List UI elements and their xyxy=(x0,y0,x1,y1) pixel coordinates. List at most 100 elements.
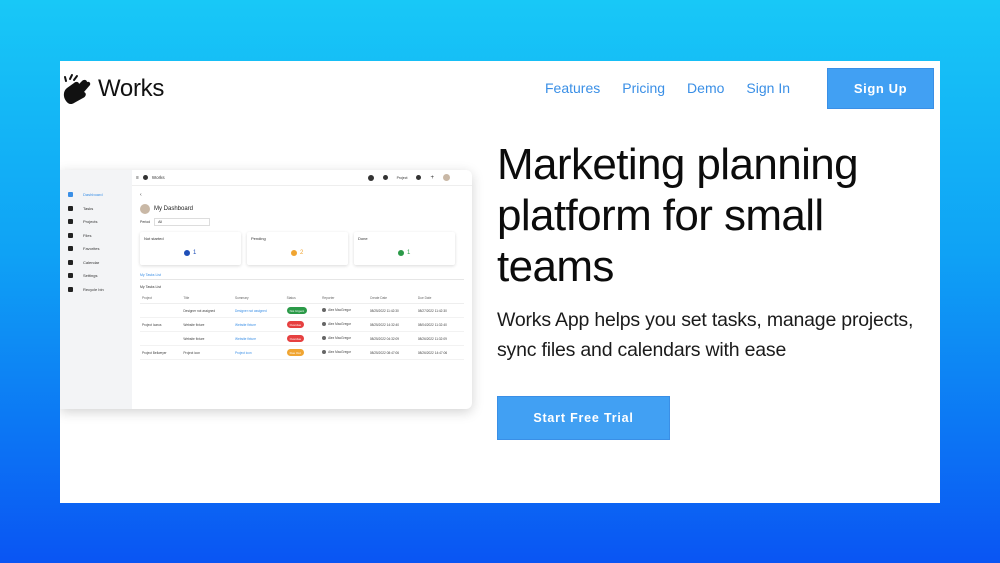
mock-sidebar-item: Settings xyxy=(60,269,132,283)
cell-status: Not Urgent xyxy=(284,303,321,318)
status-card: Pending 2 xyxy=(247,232,348,265)
hero-subtitle: Works App helps you set tasks, manage pr… xyxy=(497,309,914,361)
card-title: Not started xyxy=(144,236,164,241)
sidebar-item-label: Files xyxy=(83,232,92,238)
cell-reporter: Alex MacGregor xyxy=(320,303,368,318)
table-row: Website fixture Website fixture Overdue Ale… xyxy=(140,331,464,346)
sidebar-item-icon xyxy=(68,205,73,211)
menu-icon: ≡ xyxy=(136,174,139,181)
sidebar-item-label: Calendar xyxy=(83,259,100,265)
sign-up-button[interactable]: Sign Up xyxy=(827,68,934,109)
cell-summary: Project icon xyxy=(233,345,285,360)
card-count: 1 xyxy=(193,250,197,256)
reporter-avatar xyxy=(322,308,327,312)
cell-create-date: 08/25/2022 04:32:09 xyxy=(367,331,416,346)
status-badge: Overdue xyxy=(286,335,305,342)
table-title: My Tasks List xyxy=(140,285,161,289)
snap-hand-icon xyxy=(63,74,91,105)
column-header: Summary xyxy=(233,293,285,304)
cell-due-date: 08/26/2022 14:47:06 xyxy=(415,345,464,360)
back-arrow-icon: ‹ xyxy=(140,192,142,198)
period-select: All xyxy=(154,218,211,226)
reporter-avatar xyxy=(322,336,327,340)
cell-status: Overdue xyxy=(284,317,321,332)
project-select: Project xyxy=(396,175,408,180)
reporter-name: Alex MacGregor xyxy=(328,350,352,354)
cell-create-date: 08/25/2022 11:42:30 xyxy=(367,303,416,318)
cell-due-date: 08/04/2022 11:32:40 xyxy=(415,317,464,332)
hero-title: Marketing planning platform for small te… xyxy=(497,140,859,291)
card-count: 2 xyxy=(300,250,304,256)
card-count: 1 xyxy=(407,250,411,256)
mock-topbar: ≡ Works Project + xyxy=(132,170,472,186)
nav-features[interactable]: Features xyxy=(545,80,600,96)
cell-project: Project Icarus xyxy=(140,317,182,332)
nav-demo[interactable]: Demo xyxy=(687,80,724,96)
top-nav: Features Pricing Demo Sign In xyxy=(545,80,790,96)
cell-create-date: 08/25/2022 08:47:06 xyxy=(367,345,416,360)
mock-sidebar-item: Calendar xyxy=(60,256,132,270)
cell-title: Website fixture xyxy=(181,331,233,346)
mock-main: ‹ My Dashboard Period All Not started 1 Pe… xyxy=(132,186,472,409)
cell-reporter: Alex MacGregor xyxy=(320,317,368,332)
cell-reporter: Alex MacGregor xyxy=(320,345,368,360)
mock-sidebar-item: Recycle bin xyxy=(60,283,132,297)
logo-icon xyxy=(142,175,148,180)
column-header: Due Date xyxy=(415,293,464,304)
sidebar-item-label: Projects xyxy=(83,219,98,225)
status-icon xyxy=(398,250,404,256)
status-icon xyxy=(291,250,297,256)
table-row: Designer not assigned Designer not assign… xyxy=(140,303,464,318)
reporter-avatar xyxy=(322,350,327,354)
reporter-avatar xyxy=(322,322,327,326)
cell-summary: Website fixture xyxy=(233,331,285,346)
dashboard-avatar xyxy=(140,204,150,214)
status-card: Not started 1 xyxy=(140,232,241,265)
sidebar-item-icon xyxy=(68,286,73,292)
globe-icon xyxy=(367,174,374,181)
mock-brand: Works xyxy=(151,175,165,180)
mock-sidebar-item: Tasks xyxy=(60,202,132,216)
cell-status: Due Out xyxy=(284,345,321,360)
plus-icon: + xyxy=(430,174,434,181)
sidebar-item-label: Tasks xyxy=(83,205,94,211)
cell-title: Designer not assigned xyxy=(181,303,233,318)
table-row: Project Icarus Website fixture Website fix… xyxy=(140,317,464,332)
column-header: Create Date xyxy=(367,293,416,304)
mock-title: My Dashboard xyxy=(154,206,194,212)
column-header: Status xyxy=(284,293,321,304)
cell-reporter: Alex MacGregor xyxy=(320,331,368,346)
nav-sign-in[interactable]: Sign In xyxy=(746,80,790,96)
card-title: Done xyxy=(358,236,368,241)
gear-icon xyxy=(416,175,422,180)
reporter-name: Alex MacGregor xyxy=(328,322,352,326)
sidebar-item-icon xyxy=(68,246,73,252)
tab-my-tasks: My Tasks List xyxy=(140,273,464,280)
logo[interactable]: Works xyxy=(60,69,164,109)
cell-title: Project icon xyxy=(181,345,233,360)
sidebar-item-label: Recycle bin xyxy=(83,286,104,292)
status-badge: Not Urgent xyxy=(286,307,308,314)
tasks-table: Project Title Summary Status Reporter Create … xyxy=(140,293,464,360)
landing-page: Works Features Pricing Demo Sign In Sign… xyxy=(60,61,940,503)
sidebar-item-label: Settings xyxy=(83,273,98,279)
cell-project xyxy=(140,303,182,318)
table-row: Project Bellweyer Project icon Project ico… xyxy=(140,345,464,360)
card-title: Pending xyxy=(251,236,266,241)
status-badge: Overdue xyxy=(286,321,305,328)
sidebar-item-icon xyxy=(68,192,73,198)
user-avatar xyxy=(443,174,450,181)
status-badge: Due Out xyxy=(286,349,304,356)
status-icon xyxy=(184,250,190,256)
nav-pricing[interactable]: Pricing xyxy=(622,80,665,96)
column-header: Title xyxy=(181,293,233,304)
cell-status: Overdue xyxy=(284,331,321,346)
start-free-trial-button[interactable]: Start Free Trial xyxy=(497,396,670,440)
reporter-name: Alex MacGregor xyxy=(328,308,352,312)
mock-sidebar: Dashboard Tasks Projects Files Favorites Cale… xyxy=(60,170,132,409)
cell-project xyxy=(140,331,182,346)
status-card: Done 1 xyxy=(354,232,455,265)
reporter-name: Alex MacGregor xyxy=(328,336,352,340)
user-icon xyxy=(382,175,388,180)
cell-due-date: 08/27/2022 11:42:30 xyxy=(415,303,464,318)
